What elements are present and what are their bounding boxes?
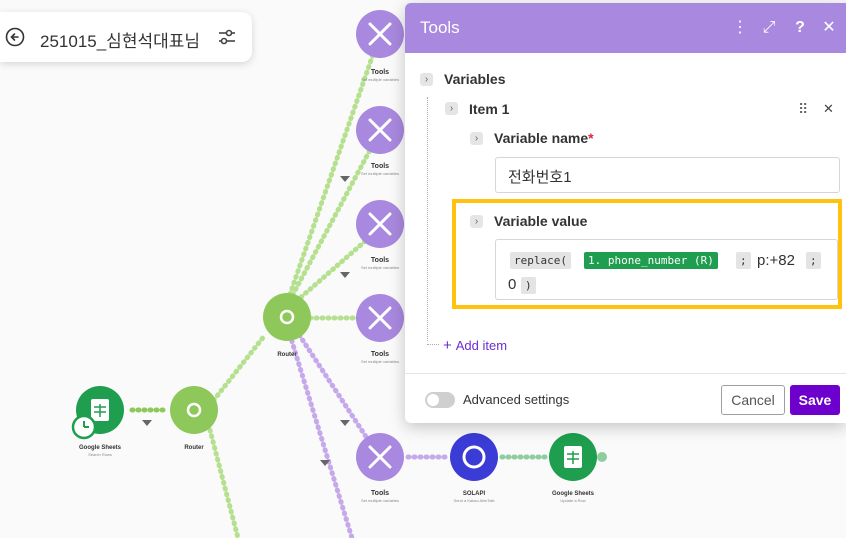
scenario-title[interactable]: 251015_심현석대표님: [40, 27, 200, 52]
save-button[interactable]: Save: [790, 385, 840, 415]
module-name: Tools: [371, 490, 389, 497]
module-sub: Set multiple variables: [361, 77, 399, 82]
solapi-module[interactable]: SOLAPI Send a Kakao AlimTalk: [450, 433, 498, 503]
variable-value-label: Variable value: [494, 213, 588, 229]
expand-icon[interactable]: ⤢: [759, 18, 779, 38]
module-name: Tools: [371, 351, 389, 358]
add-module-plus-icon: [597, 452, 607, 462]
tools-module[interactable]: Tools Set multiple variables: [356, 433, 404, 503]
tools-module[interactable]: Tools Set multiple variables: [356, 200, 404, 270]
filter-icon: [340, 272, 350, 278]
footer-divider: [405, 373, 846, 374]
module-name: Google Sheets: [552, 491, 595, 497]
help-icon[interactable]: ?: [790, 18, 810, 38]
module-sub: Set multiple variables: [361, 498, 399, 503]
module-sub: Search Rows: [88, 452, 112, 457]
filter-icon: [142, 420, 152, 426]
formula-text: p:+82: [757, 252, 795, 269]
variables-toggle-icon[interactable]: ›: [420, 73, 433, 86]
router-module[interactable]: Router: [263, 293, 311, 358]
module-sub: Set multiple variables: [361, 171, 399, 176]
close-icon[interactable]: ✕: [819, 18, 839, 38]
drag-handle-icon[interactable]: ⠿: [798, 101, 808, 118]
variable-name-label: Variable name*: [494, 130, 594, 146]
module-name: Google Sheets: [79, 445, 122, 451]
module-name: Tools: [371, 163, 389, 170]
module-name: SOLAPI: [463, 491, 486, 497]
filter-icon: [340, 420, 350, 426]
advanced-settings-toggle[interactable]: [425, 392, 455, 408]
plus-icon: +: [443, 337, 452, 354]
panel-title: Tools: [420, 18, 460, 37]
variables-label: Variables: [444, 71, 506, 87]
separator-pill[interactable]: ;: [736, 252, 751, 269]
variable-name-input[interactable]: 전화번호1: [495, 157, 840, 193]
formula-text: 0: [508, 276, 517, 293]
item-label: Item 1: [469, 101, 510, 117]
tree-line: [427, 97, 428, 341]
tools-module[interactable]: Tools Set multiple variables: [356, 294, 404, 364]
more-vertical-icon[interactable]: ⋮: [730, 18, 750, 38]
tools-settings-panel: Tools ⋮ ⤢ ? ✕ › Variables › Item 1 ⠿ ✕ ›…: [405, 3, 846, 423]
var-name-toggle-icon[interactable]: ›: [470, 132, 483, 145]
router-down-line: [207, 427, 241, 538]
module-name: Router: [277, 352, 297, 358]
tune-icon[interactable]: [218, 28, 236, 46]
toggle-knob: [427, 394, 439, 406]
var-value-toggle-icon[interactable]: ›: [470, 215, 483, 228]
module-sub: Set multiple variables: [361, 265, 399, 270]
google-sheets-module[interactable]: Google Sheets Update a Row: [549, 433, 607, 503]
close-paren-pill[interactable]: ): [521, 277, 536, 294]
google-sheets-module[interactable]: Google Sheets Search Rows: [71, 386, 124, 457]
advanced-settings-label: Advanced settings: [463, 392, 570, 407]
separator-pill[interactable]: ;: [806, 252, 821, 269]
item-toggle-icon[interactable]: ›: [445, 102, 458, 115]
variable-value-input[interactable]: replace( 1. phone_number (R) ; p:+82 ; 0…: [495, 239, 838, 300]
module-name: Tools: [371, 69, 389, 76]
tree-line: [427, 344, 439, 345]
router-link-line: [207, 332, 268, 408]
module-sub: Update a Row: [560, 498, 585, 503]
filter-icon: [340, 176, 350, 182]
scenario-header: 251015_심현석대표님: [0, 12, 252, 62]
module-name: Router: [184, 445, 204, 451]
remove-item-icon[interactable]: ✕: [823, 101, 834, 117]
add-item-button[interactable]: + Add item: [443, 337, 507, 354]
panel-header: Tools ⋮ ⤢ ? ✕: [405, 3, 846, 53]
back-arrow-icon[interactable]: [5, 27, 25, 47]
mapped-variable-pill[interactable]: 1. phone_number (R): [584, 252, 718, 269]
cancel-button[interactable]: Cancel: [721, 385, 785, 415]
function-pill[interactable]: replace(: [510, 252, 571, 269]
required-mark: *: [588, 130, 594, 146]
module-sub: Send a Kakao AlimTalk: [454, 498, 495, 503]
module-sub: Set multiple variables: [361, 359, 399, 364]
tools-module[interactable]: Tools Set multiple variables: [356, 10, 404, 82]
module-name: Tools: [371, 257, 389, 264]
